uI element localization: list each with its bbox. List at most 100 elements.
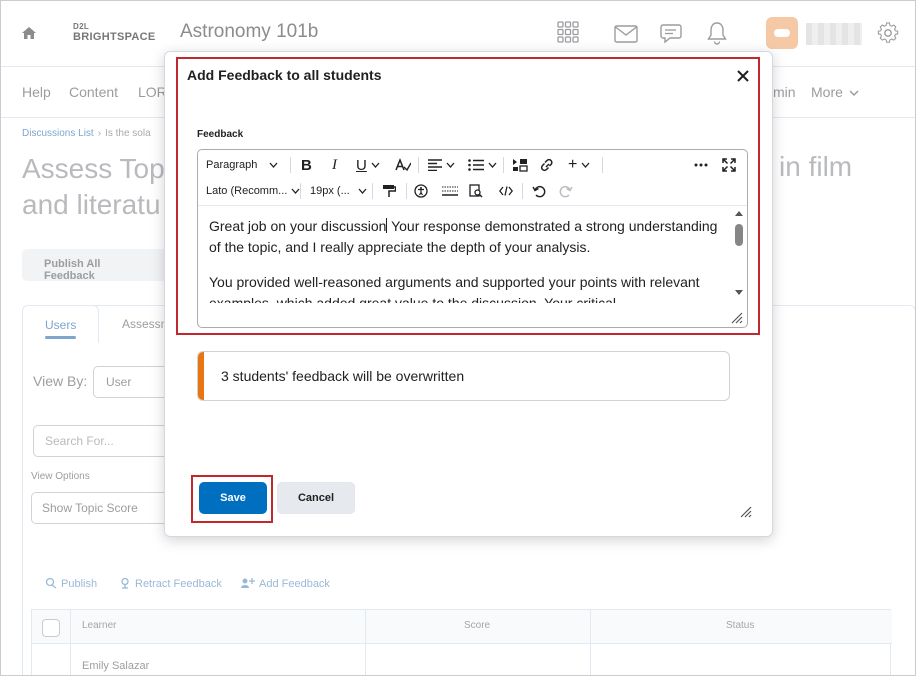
course-title[interactable]: Astronomy 101b bbox=[180, 21, 318, 43]
scroll-up-arrow-icon[interactable] bbox=[735, 211, 743, 216]
retract-feedback-action[interactable]: Retract Feedback bbox=[119, 577, 222, 590]
view-by-label: View By: bbox=[33, 373, 88, 389]
nav-item-content[interactable]: Content bbox=[69, 84, 118, 100]
link-icon[interactable] bbox=[539, 156, 555, 174]
home-icon[interactable] bbox=[19, 23, 39, 43]
editor-resize-handle-icon[interactable] bbox=[729, 310, 743, 324]
preview-icon[interactable] bbox=[469, 182, 483, 200]
feedback-paragraph-1-start: Great job on your discussion bbox=[209, 218, 387, 234]
select-all-checkbox[interactable] bbox=[42, 619, 60, 637]
dialog-resize-handle-icon[interactable] bbox=[738, 504, 752, 518]
add-feedback-label: Add Feedback bbox=[259, 578, 330, 590]
close-icon[interactable] bbox=[736, 69, 750, 83]
feedback-editor: Paragraph B I U + Lato (Recomm... 19px (… bbox=[197, 149, 748, 328]
undo-icon[interactable] bbox=[532, 182, 546, 200]
source-code-icon[interactable] bbox=[499, 182, 513, 200]
breadcrumb-current: Is the sola bbox=[105, 128, 151, 139]
publish-all-feedback-button[interactable]: Publish All Feedback bbox=[22, 249, 172, 282]
more-options-icon[interactable] bbox=[694, 156, 708, 174]
chevron-down-icon bbox=[371, 162, 380, 168]
scroll-down-arrow-icon[interactable] bbox=[735, 290, 743, 295]
chevron-down-icon bbox=[358, 188, 367, 194]
page-title: Assess Top and literatu bbox=[22, 153, 165, 220]
grid-divider bbox=[70, 610, 71, 675]
brightspace-logo[interactable]: D2L BRIGHTSPACE bbox=[73, 21, 156, 43]
toolbar-separator bbox=[418, 157, 419, 173]
page-title-continued: in film bbox=[779, 151, 853, 182]
cancel-button[interactable]: Cancel bbox=[277, 482, 355, 514]
alert-message: 3 students' feedback will be overwritten bbox=[221, 368, 465, 384]
chevron-down-icon bbox=[488, 162, 497, 168]
tab-users[interactable]: Users bbox=[22, 305, 99, 343]
nav-item-help[interactable]: Help bbox=[22, 84, 51, 100]
learner-grid: Learner Score Status Emily Salazar bbox=[31, 609, 892, 675]
nav-item-more[interactable]: More bbox=[811, 84, 859, 100]
insert-plus-icon[interactable]: + bbox=[568, 156, 590, 174]
overwrite-warning-alert: 3 students' feedback will be overwritten bbox=[197, 351, 730, 401]
editor-scrollbar[interactable] bbox=[732, 208, 746, 300]
search-input[interactable]: Search For... bbox=[33, 425, 173, 457]
toolbar-separator bbox=[522, 183, 523, 199]
retract-feedback-label: Retract Feedback bbox=[135, 578, 222, 590]
alert-accent-bar bbox=[198, 352, 204, 400]
feedback-label: Feedback bbox=[197, 129, 244, 140]
fullscreen-icon[interactable] bbox=[722, 156, 736, 174]
dialog-title: Add Feedback to all students bbox=[187, 67, 382, 83]
paragraph-format-label: Paragraph bbox=[206, 159, 258, 171]
publish-action[interactable]: Publish bbox=[45, 577, 97, 590]
toolbar-separator bbox=[290, 157, 291, 173]
save-button[interactable]: Save bbox=[199, 482, 267, 514]
add-feedback-action[interactable]: Add Feedback bbox=[241, 577, 330, 590]
italic-icon[interactable]: I bbox=[332, 156, 337, 174]
redo-icon[interactable] bbox=[559, 182, 573, 200]
font-family-dropdown[interactable]: Lato (Recomm... bbox=[206, 182, 300, 200]
toolbar-separator bbox=[372, 183, 373, 199]
mail-icon[interactable] bbox=[614, 25, 638, 48]
add-feedback-dialog: Add Feedback to all students Feedback Pa… bbox=[164, 51, 773, 537]
table-row-learner-name[interactable]: Emily Salazar bbox=[82, 660, 149, 672]
grid-header: Learner Score Status bbox=[32, 610, 892, 644]
bold-icon[interactable]: B bbox=[301, 156, 312, 174]
format-painter-icon[interactable] bbox=[382, 182, 396, 200]
paragraph-format-dropdown[interactable]: Paragraph bbox=[206, 156, 278, 174]
breadcrumb-link-discussions[interactable]: Discussions List bbox=[22, 128, 94, 139]
view-options-value: Show Topic Score bbox=[42, 501, 138, 515]
insert-media-icon[interactable] bbox=[512, 156, 528, 174]
app-frame: D2L BRIGHTSPACE Astronomy 101b Help Cont… bbox=[0, 0, 916, 676]
user-name-redacted[interactable] bbox=[806, 23, 862, 45]
font-size-dropdown[interactable]: 19px (... bbox=[310, 182, 367, 200]
toolbar-separator bbox=[503, 157, 504, 173]
add-feedback-icon bbox=[241, 578, 255, 588]
word-count-icon[interactable] bbox=[442, 182, 458, 200]
retract-icon bbox=[121, 577, 129, 589]
view-options-label: View Options bbox=[31, 471, 90, 482]
feedback-paragraph-2: You provided well-reasoned arguments and… bbox=[209, 274, 700, 303]
toolbar-separator bbox=[602, 157, 603, 173]
text-style-icon[interactable] bbox=[395, 156, 411, 174]
scroll-thumb[interactable] bbox=[735, 224, 743, 246]
apps-grid-icon[interactable] bbox=[557, 21, 579, 48]
logo-main-text: BRIGHTSPACE bbox=[73, 31, 156, 43]
user-avatar[interactable] bbox=[766, 17, 798, 49]
gear-icon[interactable] bbox=[877, 22, 899, 49]
align-icon[interactable] bbox=[428, 156, 455, 174]
column-learner[interactable]: Learner bbox=[82, 620, 116, 631]
breadcrumb: Discussions List › Is the sola bbox=[22, 128, 151, 139]
bell-icon[interactable] bbox=[706, 21, 728, 50]
toolbar-divider bbox=[198, 205, 747, 206]
toolbar-separator bbox=[406, 183, 407, 199]
accessibility-icon[interactable] bbox=[414, 182, 428, 200]
list-icon[interactable] bbox=[468, 156, 497, 174]
chat-icon[interactable] bbox=[659, 22, 683, 51]
column-status[interactable]: Status bbox=[726, 620, 754, 631]
column-score[interactable]: Score bbox=[464, 620, 490, 631]
underline-icon[interactable]: U bbox=[356, 156, 380, 174]
breadcrumb-separator-icon: › bbox=[97, 128, 102, 139]
nav-item-admin[interactable]: min bbox=[773, 84, 796, 100]
editor-toolbar-row-2: Lato (Recomm... 19px (... bbox=[198, 178, 747, 204]
nav-item-lor[interactable]: LOR bbox=[138, 84, 167, 100]
view-by-select[interactable]: User bbox=[93, 366, 173, 398]
chevron-down-icon bbox=[269, 162, 278, 168]
feedback-text-area[interactable]: Great job on your discussion Your respon… bbox=[199, 207, 731, 303]
view-options-select[interactable]: Show Topic Score bbox=[31, 492, 174, 524]
